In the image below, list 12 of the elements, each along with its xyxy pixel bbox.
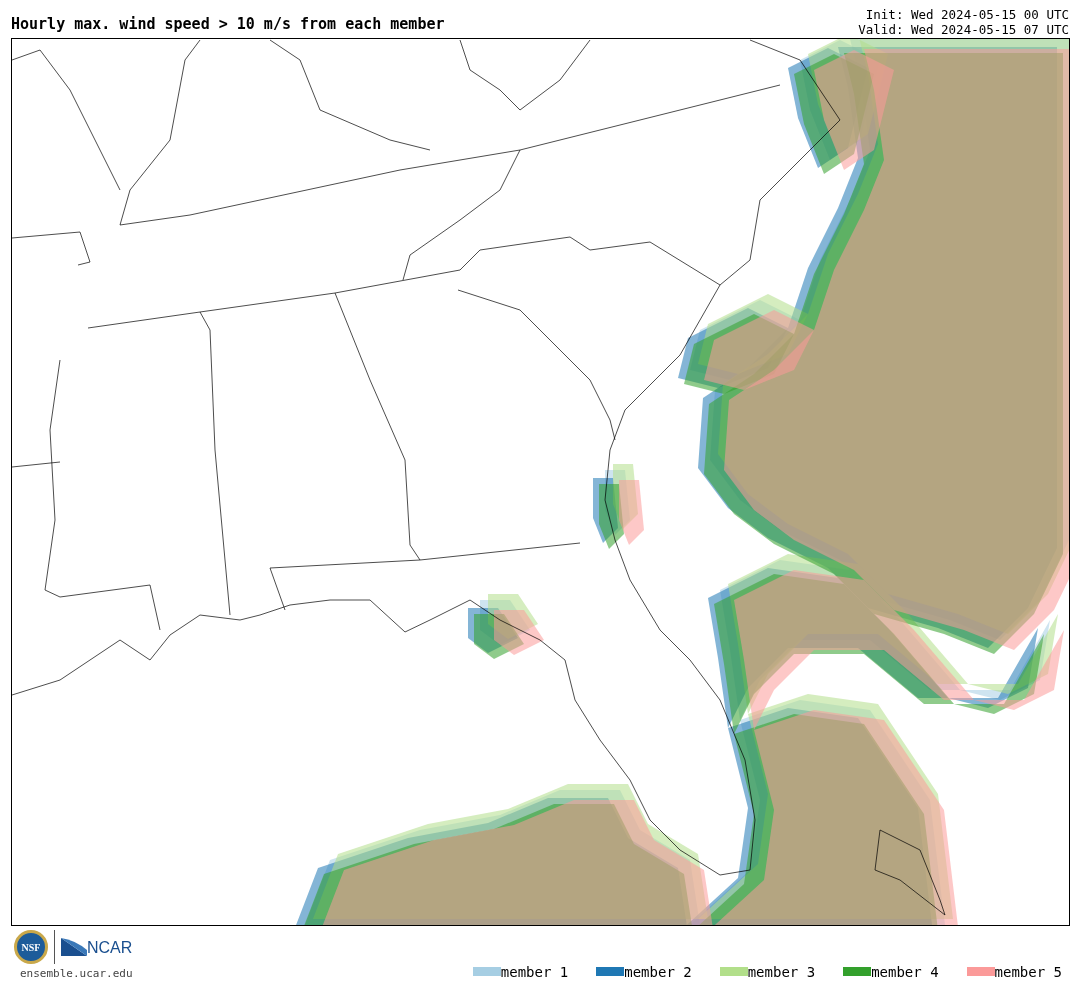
legend-label: member 4 [871, 964, 939, 979]
valid-time: Valid: Wed 2024-05-15 07 UTC [858, 22, 1069, 37]
website-url: ensemble.ucar.edu [20, 966, 133, 982]
legend-label: member 5 [994, 964, 1062, 979]
legend-label: member 1 [500, 964, 569, 979]
legend-label: member 3 [747, 964, 816, 979]
ncar-logo: NCAR [61, 938, 133, 956]
map-title: Hourly max. wind speed > 10 m/s from each member [11, 17, 445, 35]
legend-label: member 2 [624, 964, 692, 979]
ncar-mark-icon [61, 938, 87, 956]
init-time: Init: Wed 2024-05-15 00 UTC [865, 7, 1069, 22]
nsf-logo: NSF [14, 930, 48, 964]
